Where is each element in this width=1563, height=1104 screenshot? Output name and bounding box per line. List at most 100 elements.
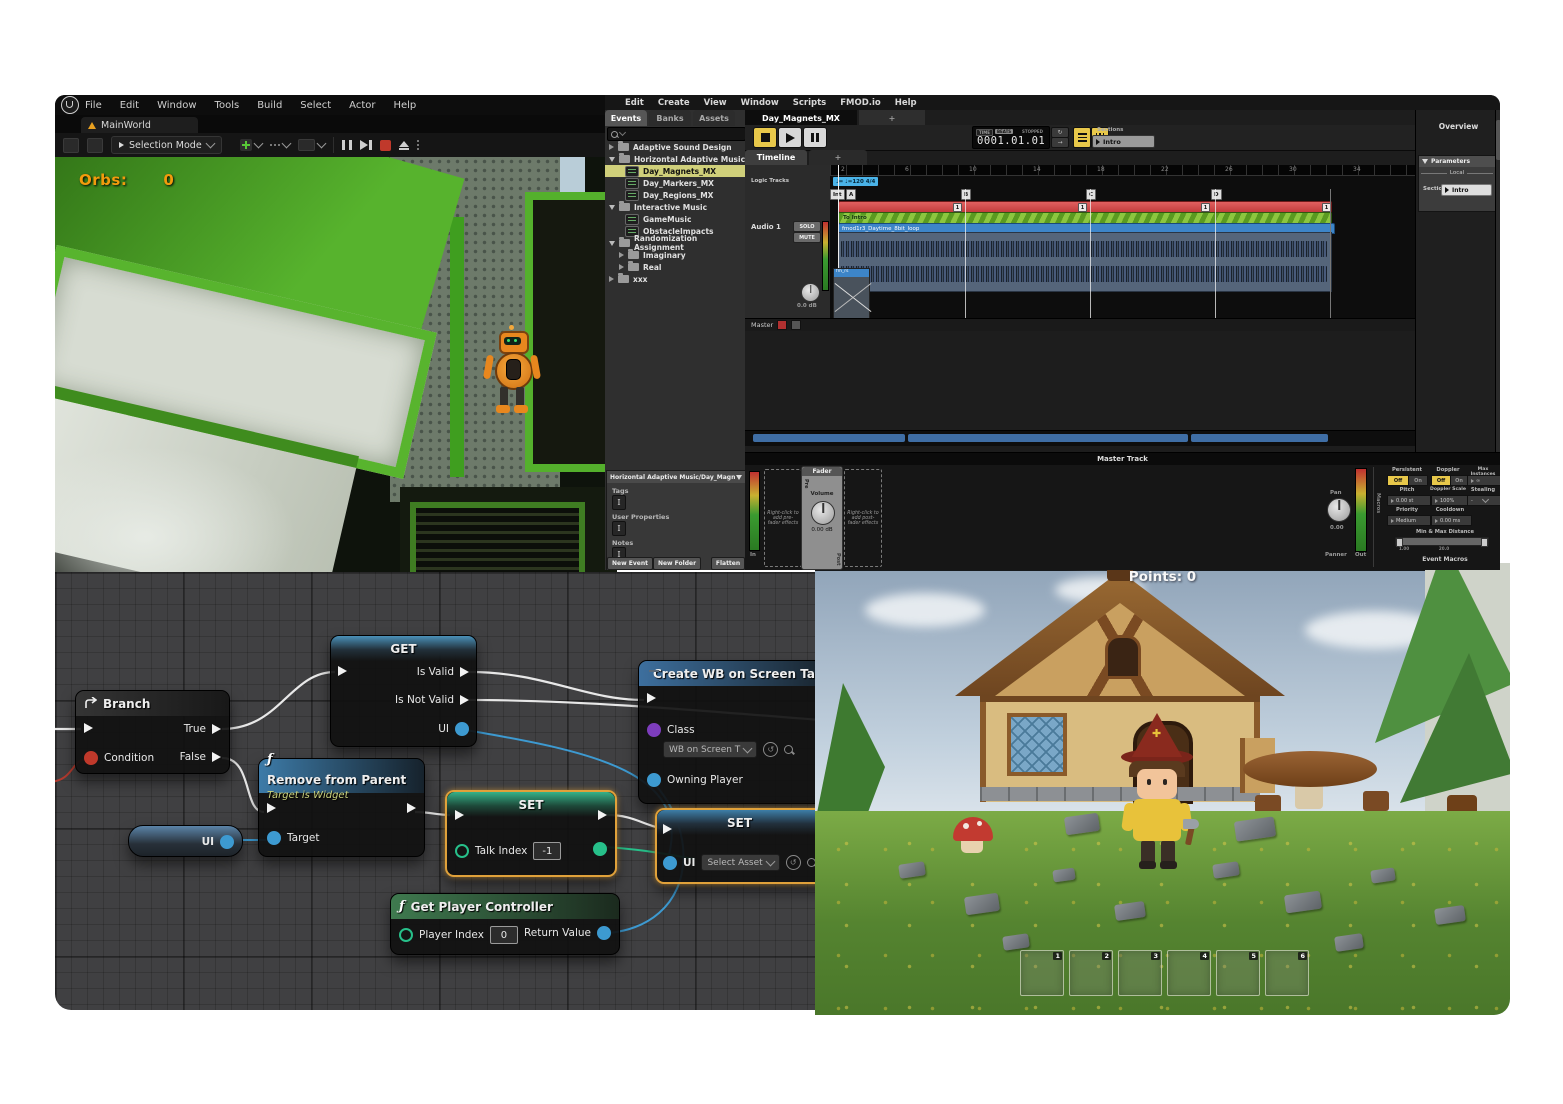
tab-day-magnets-mx[interactable]: Day_Magnets_MX — [745, 110, 857, 126]
scroll-segment[interactable] — [753, 434, 905, 442]
selection-mode-dropdown[interactable]: Selection Mode — [111, 136, 222, 154]
tree-item-horizontal-adaptive-music[interactable]: Horizontal Adaptive Music — [605, 153, 745, 165]
player-index-input[interactable]: 0 — [490, 926, 518, 944]
tree-item-adaptive-sound-design[interactable]: Adaptive Sound Design — [605, 141, 745, 153]
tab-banks[interactable]: Banks — [649, 110, 691, 126]
class-pin[interactable] — [647, 723, 661, 737]
owning-player-pin[interactable] — [647, 773, 661, 787]
node-branch[interactable]: Branch True Condition False — [75, 690, 230, 774]
talk-index-pin[interactable] — [455, 844, 469, 858]
talk-index-out-pin[interactable] — [593, 842, 607, 856]
max-instances-field[interactable]: ∞ — [1467, 475, 1500, 486]
marker-a[interactable]: A — [846, 189, 856, 200]
hotbar-slot-2[interactable]: 2 — [1069, 950, 1113, 996]
record-indicator[interactable] — [777, 320, 787, 330]
exec-in-pin[interactable] — [455, 810, 464, 820]
exec-in-pin[interactable] — [84, 723, 93, 733]
marker-c[interactable]: C — [1086, 189, 1096, 200]
pause-button[interactable] — [803, 127, 827, 148]
menu-select[interactable]: Select — [300, 100, 331, 111]
pitch-field[interactable]: 0.00 st — [1387, 495, 1431, 506]
stop-button[interactable] — [380, 140, 391, 151]
is-valid-pin[interactable] — [460, 667, 469, 677]
pre-tab[interactable]: Pre — [803, 479, 809, 489]
persistent-off-button[interactable]: Off — [1387, 475, 1409, 486]
condition-pin[interactable] — [84, 751, 98, 765]
node-set-ui[interactable]: SET UI Select Asset ↺ — [655, 808, 820, 884]
node-remove-from-parent[interactable]: ƒ Remove from ParentTarget is Widget Tar… — [258, 758, 425, 857]
overview-scrollbar[interactable] — [1495, 110, 1500, 452]
sections-value-button[interactable]: Intro — [1441, 184, 1492, 196]
unreal-viewport[interactable]: Orbs:0 — [55, 157, 617, 578]
target-pin[interactable] — [267, 831, 281, 845]
marker-d[interactable]: D — [1211, 189, 1222, 200]
reset-icon[interactable]: ↺ — [786, 855, 801, 870]
node-get-player-controller[interactable]: ƒ Get Player Controller Player Index0 Re… — [390, 893, 620, 955]
new-timeline-tab[interactable]: + — [809, 150, 867, 165]
menu-help[interactable]: Help — [895, 98, 917, 108]
marker-b[interactable]: B — [961, 189, 971, 200]
tracks-view-button[interactable] — [1073, 127, 1091, 148]
menu-edit[interactable]: Edit — [120, 100, 139, 111]
doppler-scale-field[interactable]: 100% — [1431, 495, 1470, 506]
menu-edit[interactable]: Edit — [625, 98, 644, 108]
new-event-button[interactable]: New Event — [607, 557, 653, 570]
audio-clip-waveform[interactable] — [838, 232, 1332, 292]
ui-asset-dropdown[interactable]: Select Asset — [701, 854, 779, 871]
exec-out-pin[interactable] — [407, 803, 416, 813]
return-value-pin[interactable] — [597, 926, 611, 940]
exec-in-pin[interactable] — [663, 824, 672, 834]
tags-field[interactable]: I — [612, 495, 626, 510]
tab-mainworld[interactable]: MainWorld — [81, 117, 198, 133]
hotbar-slot-1[interactable]: 1 — [1020, 950, 1064, 996]
tree-item-gamemusic[interactable]: GameMusic — [605, 213, 745, 225]
menu-window[interactable]: Window — [157, 100, 196, 111]
tab-timeline[interactable]: Timeline — [745, 150, 807, 165]
parameters-header[interactable]: Parameters — [1419, 156, 1495, 167]
talk-index-input[interactable]: -1 — [533, 842, 561, 860]
save-icon[interactable] — [63, 138, 79, 153]
ui-out-pin[interactable] — [455, 722, 469, 736]
fader-module[interactable]: Fader Pre Volume 0.00 dB Post — [801, 466, 843, 570]
tree-item-imaginary[interactable]: Imaginary — [605, 249, 745, 261]
beats-mode-toggle[interactable]: BEATS — [995, 129, 1013, 134]
min-max-distance-slider[interactable] — [1395, 537, 1489, 546]
tempo-marker[interactable]: ♩= ♩=120 4/4 — [833, 177, 878, 186]
new-folder-button[interactable]: New Folder — [653, 557, 701, 570]
timeline-scrollbar[interactable] — [745, 430, 1415, 446]
step-forward-button[interactable] — [360, 140, 372, 150]
reset-icon[interactable]: ↺ — [763, 742, 778, 757]
false-pin[interactable] — [212, 752, 221, 762]
menu-view[interactable]: View — [704, 98, 727, 108]
menu-build[interactable]: Build — [257, 100, 282, 111]
tree-item-day-regions-mx[interactable]: Day_Regions_MX — [605, 189, 745, 201]
cinematics-button[interactable] — [298, 139, 325, 151]
cooldown-field[interactable]: 0.00 ms — [1431, 515, 1472, 526]
mute-button[interactable]: MUTE — [793, 232, 821, 243]
menu-create[interactable]: Create — [658, 98, 690, 108]
tree-item-day-magnets-mx[interactable]: Day_Magnets_MX — [605, 165, 745, 177]
pause-button[interactable] — [342, 140, 352, 150]
node-get[interactable]: GET Is Valid Is Not Valid UI — [330, 635, 477, 747]
scroll-segment[interactable] — [1191, 434, 1328, 442]
exec-in-pin[interactable] — [267, 803, 276, 813]
game-viewport[interactable]: ✚ Points: 0 1 2 3 4 5 6 — [815, 563, 1510, 1015]
menu-scripts[interactable]: Scripts — [793, 98, 826, 108]
flatten-button[interactable]: Flatten — [711, 557, 745, 570]
post-tab[interactable]: Post — [835, 553, 841, 565]
add-actor-button[interactable] — [240, 139, 262, 151]
new-event-tab[interactable]: + — [859, 110, 925, 126]
stop-button[interactable] — [753, 127, 777, 148]
stealing-field[interactable]: - — [1467, 495, 1500, 506]
hotbar-slot-3[interactable]: 3 — [1118, 950, 1162, 996]
eject-button[interactable] — [399, 141, 409, 150]
pan-knob[interactable] — [1327, 498, 1351, 522]
menu-actor[interactable]: Actor — [349, 100, 375, 111]
is-not-valid-pin[interactable] — [460, 695, 469, 705]
solo-button[interactable]: SOLO — [793, 221, 821, 232]
hotbar-slot-5[interactable]: 5 — [1216, 950, 1260, 996]
pre-fader-slot[interactable]: Right-click to add pre-fader effects — [764, 469, 802, 567]
doppler-on-button[interactable]: On — [1450, 475, 1468, 486]
pin-icon[interactable] — [736, 475, 742, 480]
tab-assets[interactable]: Assets — [693, 110, 735, 126]
